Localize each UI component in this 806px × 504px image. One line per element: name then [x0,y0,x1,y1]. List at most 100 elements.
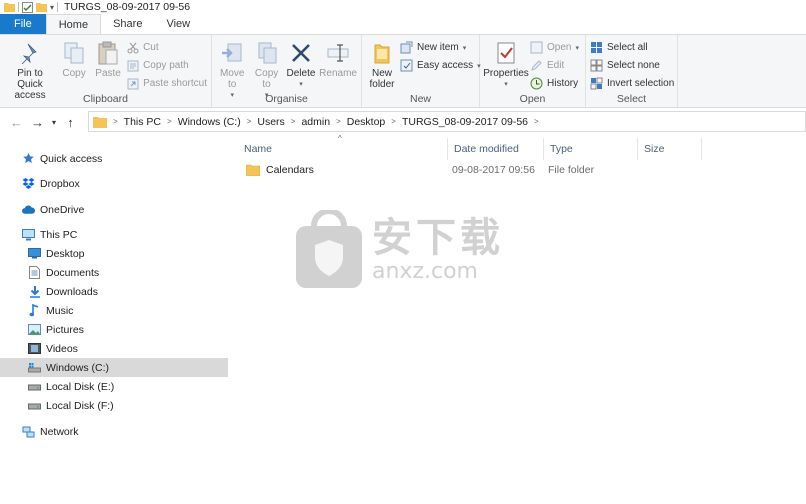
edit-button[interactable]: Edit [530,57,579,74]
watermark-en: anxz.com [372,259,478,284]
nav-item-videos[interactable]: Videos [0,339,228,358]
paste-label: Paste [95,68,121,79]
breadcrumb-chevron-icon[interactable]: > [534,117,539,126]
breadcrumb-admin[interactable]: admin [301,116,330,128]
nav-item-local-disk-e[interactable]: Local Disk (E:) [0,377,228,396]
videos-film-icon [28,343,41,354]
breadcrumb-chevron-icon[interactable]: > [391,117,396,126]
pictures-icon [28,324,41,335]
windows-drive-icon [28,363,41,373]
new-group: New folder New item ▾ Easy access ▾ New [362,35,481,107]
open-button[interactable]: Open ▾ [530,39,579,56]
nav-item-this-pc[interactable]: This PC [0,225,228,244]
tab-home[interactable]: Home [45,14,102,34]
select-none-icon [590,59,603,72]
select-all-icon [591,42,602,53]
nav-item-quick-access[interactable]: Quick access [0,149,228,168]
ribbon: Pin to Quick access Copy Paste Cut Copy … [0,34,806,108]
column-header-type[interactable]: Type [544,138,638,160]
column-label-name: Name [244,143,273,155]
network-icon [22,426,35,437]
select-all-button[interactable]: Select all [590,39,674,56]
nav-label-dropbox: Dropbox [40,177,80,190]
nav-item-local-disk-f[interactable]: Local Disk (F:) [0,396,228,415]
nav-label-local-disk-e: Local Disk (E:) [46,380,115,393]
up-arrow-icon[interactable]: ↑ [60,115,81,130]
computer-icon [22,228,35,240]
breadcrumb-chevron-icon[interactable]: > [291,117,296,126]
dropbox-icon [22,178,35,189]
copy-label: Copy [62,68,86,79]
nav-item-windows-c[interactable]: Windows (C:) [0,358,228,377]
open-label: Open [547,42,572,53]
nav-label-pictures: Pictures [46,323,84,336]
breadcrumb-windows-c[interactable]: Windows (C:) [178,116,241,128]
open-group-label: Open [519,93,546,105]
invert-selection-label: Invert selection [607,78,675,89]
history-label: History [547,78,579,89]
title-bar: ▾ TURGS_08-09-2017 09-56 [0,0,806,14]
tab-view[interactable]: View [154,14,202,34]
open-icon [530,41,543,54]
properties-label: Properties [483,68,529,79]
nav-label-music: Music [46,304,74,317]
nav-item-music[interactable]: Music [0,301,228,320]
nav-item-downloads[interactable]: Downloads [0,282,228,301]
new-folder-icon[interactable] [36,2,47,12]
forward-arrow-icon[interactable]: → [27,115,48,130]
properties-check-icon[interactable] [22,1,33,13]
customize-toolbar-icon[interactable]: ▾ [50,3,54,12]
breadcrumb-chevron-icon[interactable]: > [113,117,118,126]
quick-access-toolbar: ▾ [4,1,59,13]
select-none-label: Select none [607,60,660,71]
column-header-name[interactable]: Name [238,138,448,160]
column-label-date-modified: Date modified [454,143,519,155]
scissors-icon [127,42,139,53]
delete-x-icon [292,44,310,62]
nav-item-onedrive[interactable]: OneDrive [0,200,228,219]
invert-selection-button[interactable]: Invert selection [590,75,674,92]
cut-label: Cut [143,42,159,53]
nav-label-this-pc: This PC [40,228,78,241]
cut-button[interactable]: Cut [126,39,207,56]
new-item-button[interactable]: New item ▾ [400,39,481,56]
breadcrumb-desktop[interactable]: Desktop [347,116,386,128]
paste-shortcut-button[interactable]: Paste shortcut [126,75,207,92]
tab-file[interactable]: File [0,14,46,34]
open-group: Properties ▾ Open ▾ Edit History Open [480,35,586,107]
select-none-button[interactable]: Select none [590,57,674,74]
breadcrumb-current-folder[interactable]: TURGS_08-09-2017 09-56 [402,116,528,128]
breadcrumb-chevron-icon[interactable]: > [167,117,172,126]
column-label-type: Type [550,143,573,155]
music-note-icon [29,304,39,317]
copy-path-button[interactable]: Copy path [126,57,207,74]
copy-to-label: Copy to [254,68,279,90]
recent-locations-chevron-icon[interactable]: ▾ [48,118,60,127]
clipboard-group-label: Clipboard [83,93,128,105]
organise-group-label: Organise [265,93,308,105]
nav-item-pictures[interactable]: Pictures [0,320,228,339]
back-arrow-icon[interactable]: ← [6,115,27,130]
pin-icon [21,43,37,64]
properties-icon [497,42,515,64]
breadcrumb-chevron-icon[interactable]: > [247,117,252,126]
watermark-text: 安下载 anxz.com [372,216,504,284]
breadcrumb-this-pc[interactable]: This PC [124,116,161,128]
tab-share[interactable]: Share [101,14,154,34]
history-button[interactable]: History [530,75,579,92]
nav-item-desktop[interactable]: Desktop [0,244,228,263]
edit-pencil-icon [531,60,542,71]
desktop-icon [28,248,41,259]
column-header-size[interactable]: Size [638,138,702,160]
address-bar[interactable]: > This PC > Windows (C:) > Users > admin… [88,111,806,132]
breadcrumb-users[interactable]: Users [257,116,284,128]
table-row[interactable]: Calendars 09-08-2017 09:56 File folder [240,160,710,180]
nav-item-network[interactable]: Network [0,422,228,441]
nav-item-documents[interactable]: Documents [0,263,228,282]
nav-item-dropbox[interactable]: Dropbox [0,174,228,193]
easy-access-button[interactable]: Easy access ▾ [400,57,481,74]
column-header-date-modified[interactable]: Date modified [448,138,544,160]
move-to-label: Move to [219,68,245,90]
rename-icon [327,44,349,62]
breadcrumb-chevron-icon[interactable]: > [336,117,341,126]
